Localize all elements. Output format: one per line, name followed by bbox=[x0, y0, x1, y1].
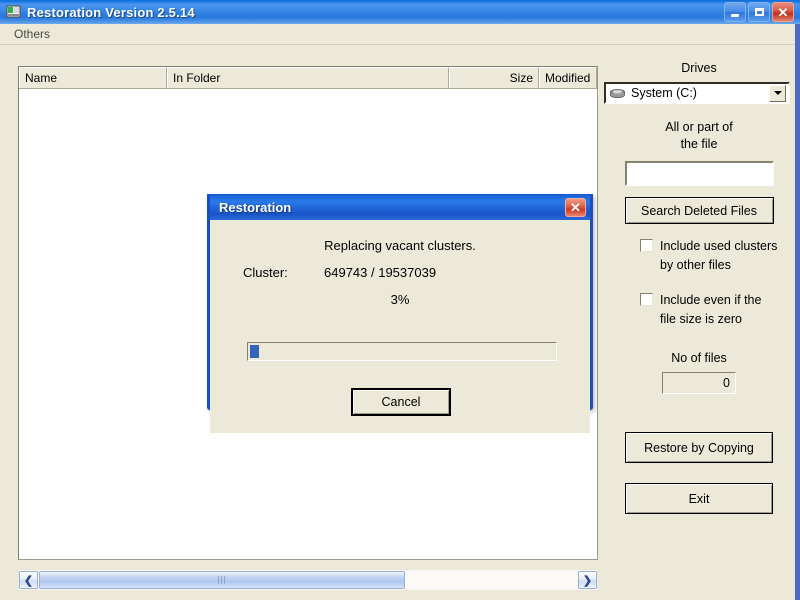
file-filter-label-line2: the file bbox=[680, 137, 718, 151]
no-of-files-value: 0 bbox=[662, 372, 736, 394]
checkbox-label-include-zero-size: Include even if the file size is zero bbox=[660, 293, 762, 326]
checkbox-row-include-used-clusters[interactable]: Include used clusters by other files bbox=[604, 237, 794, 275]
checkbox-label-include-used-clusters: Include used clusters by other files bbox=[660, 239, 778, 272]
window-controls: ✕ bbox=[724, 2, 794, 22]
column-header-in-folder[interactable]: In Folder bbox=[167, 67, 449, 88]
hard-disk-icon bbox=[609, 87, 626, 99]
checkbox-row-include-zero-size[interactable]: Include even if the file size is zero bbox=[604, 291, 794, 329]
file-filter-input[interactable] bbox=[624, 161, 774, 186]
scrollbar-thumb[interactable] bbox=[39, 571, 405, 589]
checkbox-include-used-clusters[interactable] bbox=[640, 239, 653, 252]
dialog-title: Restoration bbox=[219, 199, 292, 215]
close-button[interactable]: ✕ bbox=[772, 2, 794, 22]
chevron-left-icon[interactable]: ❮ bbox=[19, 571, 38, 589]
side-panel: Drives System (C:) All or part of the fi… bbox=[604, 60, 794, 595]
dialog-close-button[interactable]: ✕ bbox=[565, 197, 586, 217]
file-filter-input-wrap bbox=[604, 161, 794, 186]
menu-bar: Others bbox=[0, 24, 795, 45]
title-bar: Restoration Version 2.5.14 ✕ bbox=[0, 0, 800, 24]
column-header-modified[interactable]: Modified bbox=[539, 67, 597, 88]
maximize-button[interactable] bbox=[748, 2, 770, 22]
column-header-name[interactable]: Name bbox=[19, 67, 167, 88]
restore-by-copying-button[interactable]: Restore by Copying bbox=[625, 432, 773, 463]
dialog-body: Replacing vacant clusters. Cluster: 6497… bbox=[210, 220, 590, 433]
exit-button[interactable]: Exit bbox=[625, 483, 773, 514]
drives-label: Drives bbox=[681, 61, 717, 75]
window-title: Restoration Version 2.5.14 bbox=[27, 4, 195, 20]
drive-selected-label: System (C:) bbox=[631, 86, 697, 100]
dialog-cancel-button[interactable]: Cancel bbox=[351, 388, 451, 416]
search-deleted-files-button[interactable]: Search Deleted Files bbox=[624, 197, 774, 224]
dialog-cluster-label: Cluster: bbox=[243, 265, 288, 280]
scrollbar-track[interactable] bbox=[39, 571, 577, 589]
minimize-button[interactable] bbox=[724, 2, 746, 22]
dialog-cluster-value: 649743 / 19537039 bbox=[324, 265, 437, 280]
checkbox-include-zero-size[interactable] bbox=[640, 293, 653, 306]
application-window: Restoration Version 2.5.14 ✕ Others Name… bbox=[0, 0, 800, 600]
dialog-title-bar: Restoration ✕ bbox=[210, 194, 590, 220]
drive-select[interactable]: System (C:) bbox=[604, 82, 790, 104]
column-header-size[interactable]: Size bbox=[449, 67, 539, 88]
close-icon: ✕ bbox=[570, 199, 581, 215]
list-column-headers: Name In Folder Size Modified bbox=[19, 67, 597, 89]
minimize-icon bbox=[731, 13, 739, 17]
no-of-files-label: No of files bbox=[671, 351, 727, 365]
maximize-icon bbox=[754, 8, 764, 16]
menu-item-others[interactable]: Others bbox=[9, 26, 55, 42]
dialog-status-text: Replacing vacant clusters. bbox=[324, 238, 476, 253]
file-filter-label-line1: All or part of bbox=[665, 120, 733, 134]
app-shield-icon bbox=[6, 4, 22, 20]
grip-icon bbox=[218, 576, 226, 584]
chevron-down-icon[interactable] bbox=[769, 84, 786, 102]
progress-bar-fill bbox=[250, 345, 260, 358]
progress-bar bbox=[247, 342, 557, 361]
chevron-right-icon[interactable]: ❯ bbox=[578, 571, 597, 589]
dialog-percent-text: 3% bbox=[390, 292, 410, 307]
arrow-down-glyph bbox=[773, 91, 782, 95]
horizontal-scrollbar[interactable]: ❮ ❯ bbox=[19, 570, 597, 590]
close-icon: ✕ bbox=[777, 4, 789, 20]
progress-dialog: Restoration ✕ Replacing vacant clusters.… bbox=[207, 194, 593, 433]
